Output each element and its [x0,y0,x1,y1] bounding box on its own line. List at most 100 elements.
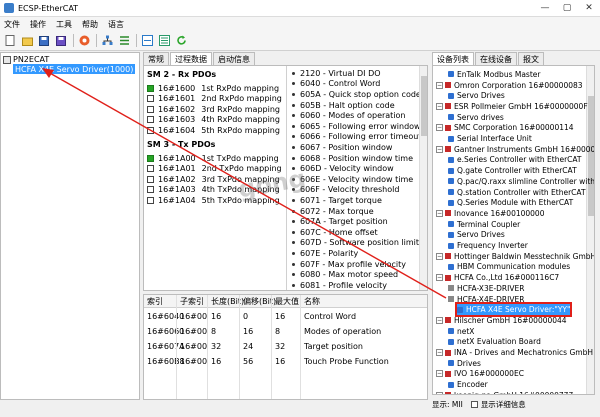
object-item[interactable]: 607D - Software position limit [292,238,419,249]
vendor-node[interactable]: − koenig-pa GmbH 16#00000777 [436,390,573,394]
device-node[interactable]: Drives [448,358,481,369]
refresh-icon[interactable] [175,35,187,47]
object-item[interactable]: 606E - Velocity window time [292,174,413,185]
collapse-icon[interactable]: − [436,391,443,394]
object-item[interactable]: 605B - Halt option code [292,100,395,111]
collapse-icon[interactable]: − [436,252,443,260]
vendor-node[interactable]: − Gantner Instruments GmbH 16#000000B4 [436,144,594,155]
pdo-checkbox[interactable] [147,165,154,173]
column-header[interactable]: 最大值 [272,295,299,308]
device-node[interactable]: Q.pac/Q.raxx slimline Controller with [448,176,594,187]
vendor-node[interactable]: − Hilscher GmbH 16#00000044 [436,315,567,326]
color-icon[interactable] [78,35,90,47]
new-icon[interactable] [4,35,16,47]
pdo-item[interactable]: 16#1A00 1st TxPdo mapping [147,153,279,163]
tab-startup[interactable]: 启动信息 [213,52,255,65]
list-icon[interactable] [158,35,170,47]
collapse-icon[interactable]: − [436,102,443,110]
tab-process-data[interactable]: 过程数据 [170,52,212,65]
device-node[interactable]: HCFA X4E Servo Driver:"YY" [454,302,573,318]
device-node[interactable]: Terminal Coupler [448,219,520,230]
object-item[interactable]: 6066 - Following error timeout [292,132,421,143]
pdo-item[interactable]: 16#1602 3rd RxPdo mapping [147,104,280,114]
pdo-item[interactable]: 16#1600 1st RxPdo mapping [147,83,279,93]
pdo-checkbox[interactable] [147,154,154,162]
pdo-checkbox[interactable] [147,126,154,134]
table-row[interactable]: 16#607A 16#00 32 24 32 Target position [144,339,427,354]
object-item[interactable]: 6072 - Max torque [292,206,374,217]
device-node[interactable]: Encoder [448,379,488,390]
object-item[interactable]: 605A - Quick stop option code [292,89,421,100]
menu-operation[interactable]: 操作 [30,19,46,30]
device-node[interactable]: Frequency Inverter [448,240,528,251]
table-row[interactable]: 16#6040 16#00 16 0 16 Control Word [144,309,427,324]
tab-device-list[interactable]: 设备列表 [432,52,474,65]
pdo-checkbox[interactable] [147,175,154,183]
pdo-checkbox[interactable] [147,105,154,113]
tab-online-devices[interactable]: 在线设备 [475,52,517,65]
column-header[interactable]: 索引 [144,295,163,308]
minimize-button[interactable]: — [534,0,556,16]
scrollbar-thumb[interactable] [588,96,594,216]
object-item[interactable]: 607C - Home offset [292,227,378,238]
pdo-item[interactable]: 16#1604 5th RxPdo mapping [147,125,280,135]
save-as-icon[interactable] [55,35,67,47]
object-item[interactable]: 6067 - Position window [292,142,392,153]
vendor-node[interactable]: − Inovance 16#00100000 [436,208,544,219]
object-item[interactable]: 607A - Target position [292,216,388,227]
table-row[interactable]: 16#6060 16#00 8 16 8 Modes of operation [144,324,427,339]
object-item[interactable]: 2120 - Virtual DI DO [292,68,381,79]
object-item[interactable]: 6060 - Modes of operation [292,110,406,121]
device-node[interactable]: HBM Communication modules [448,262,570,273]
device-node[interactable]: e.Series Controller with EtherCAT [448,155,582,166]
scan-icon[interactable] [141,35,153,47]
object-item[interactable]: 607E - Polarity [292,248,358,259]
open-icon[interactable] [21,35,33,47]
device-node[interactable]: HCFA-X3E-DRIVER [448,283,524,294]
vendor-node[interactable]: − ESR Pollmeier GmbH 16#0000000F [436,101,588,112]
collapse-icon[interactable]: − [436,316,443,324]
vendor-node[interactable]: − INA - Drives and Mechatronics GmbH u [436,347,594,358]
menu-tools[interactable]: 工具 [56,19,72,30]
object-item[interactable]: 6080 - Max motor speed [292,269,398,280]
pdo-checkbox[interactable] [147,84,154,92]
tree-root[interactable]: PN2ECAT [3,55,49,64]
vendor-node[interactable]: − HCFA Co.,Ltd 16#000116C7 [436,272,559,283]
pdo-checkbox[interactable] [147,196,154,204]
device-node[interactable]: Q.station Controller with EtherCAT [448,187,586,198]
collapse-icon[interactable]: − [436,349,443,357]
table-row[interactable]: 16#60B8 16#00 16 56 16 Touch Probe Function [144,354,427,369]
object-item[interactable]: 6081 - Profile velocity [292,280,387,290]
show-details-checkbox[interactable] [470,401,478,408]
collapse-icon[interactable]: − [436,370,443,378]
pdo-checkbox[interactable] [147,95,154,103]
object-item[interactable]: 606D - Velocity window [292,163,394,174]
menu-help[interactable]: 帮助 [82,19,98,30]
object-item[interactable]: 6071 - Target torque [292,195,382,206]
vendor-node[interactable]: − Hottinger Baldwin Messtechnik GmbH [436,251,594,262]
collapse-icon[interactable]: − [436,274,443,282]
network-icon[interactable] [101,35,113,47]
device-node[interactable]: Servo Drives [448,230,505,241]
collapse-icon[interactable]: − [436,145,443,153]
device-node[interactable]: Q.gate Controller with EtherCAT [448,165,577,176]
device-node[interactable]: Serial Interface Unit [448,133,532,144]
object-item[interactable]: 6040 - Control Word [292,79,380,90]
column-header[interactable]: 名称 [301,295,320,308]
maximize-button[interactable]: ▢ [556,0,578,16]
menu-language[interactable]: 语言 [108,19,124,30]
device-node[interactable]: netX Evaluation Board [448,337,541,348]
object-item[interactable]: 6065 - Following error window [292,121,421,132]
tree-device-node[interactable]: HCFA X4E Servo Driver(1000) [13,64,136,74]
object-item[interactable]: 607F - Max profile velocity [292,259,406,270]
device-node[interactable]: HCFA-X4E-DRIVER [448,294,524,305]
vendor-node[interactable]: − Omron Corporation 16#00000083 [436,80,583,91]
column-header[interactable]: 子索引 [177,295,204,308]
device-node[interactable]: EnTalk Modbus Master [448,69,540,80]
pdo-item[interactable]: 16#1601 2nd RxPdo mapping [147,94,282,104]
collapse-icon[interactable]: − [436,209,443,217]
device-node[interactable]: Servo drives [448,112,504,123]
pdo-item[interactable]: 16#1603 4th RxPdo mapping [147,115,280,125]
collapse-icon[interactable]: − [436,124,443,132]
pdo-checkbox[interactable] [147,186,154,194]
